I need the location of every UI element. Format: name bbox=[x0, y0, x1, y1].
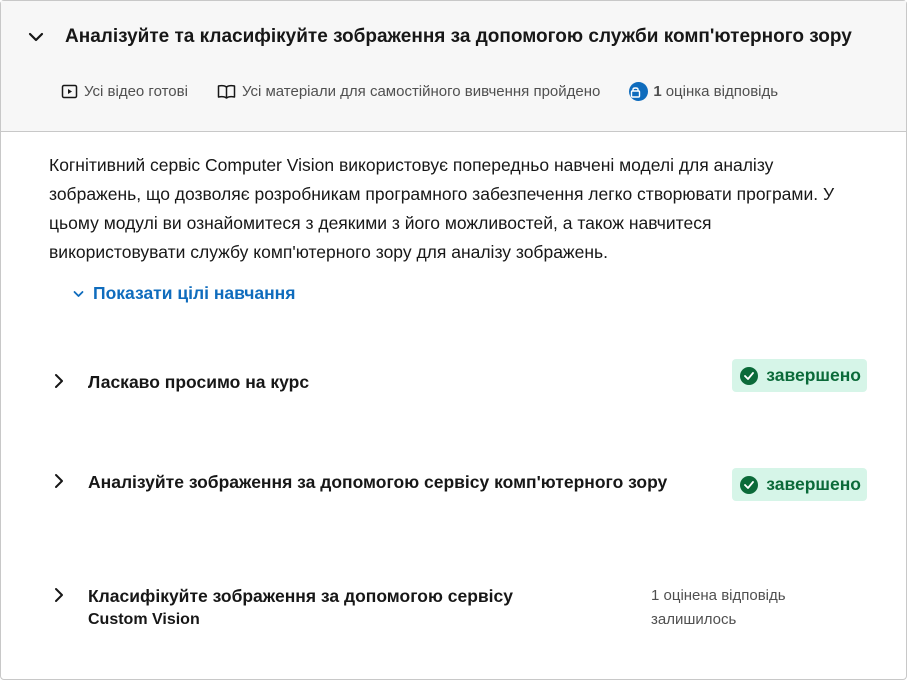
assessment-label: оцінка відповідь bbox=[665, 83, 779, 100]
unit-item[interactable]: Аналізуйте зображення за допомогою серві… bbox=[49, 468, 869, 522]
module-meta: Усі відео готові Усі матеріали для самос… bbox=[61, 82, 807, 101]
unit-title-sub: Custom Vision bbox=[88, 611, 200, 628]
show-goals-toggle[interactable]: Показати цілі навчання bbox=[73, 283, 295, 304]
status-pending-line1: 1 оцінена відповідь bbox=[651, 587, 786, 604]
show-goals-label: Показати цілі навчання bbox=[93, 283, 296, 303]
status-badge: завершено bbox=[732, 359, 867, 392]
assessment-count: 1 bbox=[653, 83, 662, 100]
meta-assessment: 1 оцінка відповідь bbox=[629, 82, 778, 101]
video-icon bbox=[61, 84, 78, 99]
module-header[interactable]: Аналізуйте та класифікуйте зображення за… bbox=[1, 1, 906, 132]
meta-materials-label: Усі матеріали для самостійного вивчення … bbox=[241, 83, 601, 100]
status-label: завершено bbox=[766, 474, 861, 494]
unit-title[interactable]: Ласкаво просимо на курс bbox=[88, 370, 688, 394]
unit-title[interactable]: Аналізуйте зображення за допомогою серві… bbox=[88, 470, 688, 494]
status-badge: завершено bbox=[732, 468, 867, 501]
meta-videos-label: Усі відео готові bbox=[84, 83, 188, 100]
module-card: Аналізуйте та класифікуйте зображення за… bbox=[0, 0, 907, 680]
chevron-right-icon[interactable] bbox=[51, 587, 67, 603]
meta-materials: Усі матеріали для самостійного вивчення … bbox=[217, 83, 600, 100]
lock-icon bbox=[629, 82, 649, 101]
status-pending: 1 оцінена відповідь залишилось bbox=[651, 584, 841, 632]
status-pending-line2: залишилось bbox=[651, 611, 737, 628]
unit-item[interactable]: Класифікуйте зображення за допомогою сер… bbox=[49, 584, 869, 636]
unit-title[interactable]: Класифікуйте зображення за допомогою сер… bbox=[88, 584, 628, 632]
module-description: Когнітивний сервіс Computer Vision викор… bbox=[49, 155, 835, 262]
book-icon bbox=[217, 84, 236, 99]
meta-videos: Усі відео готові bbox=[61, 83, 188, 100]
unit-item[interactable]: Ласкаво просимо на курс завершено bbox=[49, 359, 869, 410]
chevron-down-icon[interactable] bbox=[27, 28, 45, 46]
chevron-down-icon bbox=[73, 290, 84, 297]
module-title: Аналізуйте та класифікуйте зображення за… bbox=[65, 26, 852, 47]
status-label: завершено bbox=[766, 365, 861, 385]
unit-title-main: Класифікуйте зображення за допомогою сер… bbox=[88, 586, 514, 606]
checkmark-icon bbox=[740, 366, 759, 385]
checkmark-icon bbox=[740, 475, 759, 494]
chevron-right-icon[interactable] bbox=[51, 373, 67, 389]
chevron-right-icon[interactable] bbox=[51, 473, 67, 489]
